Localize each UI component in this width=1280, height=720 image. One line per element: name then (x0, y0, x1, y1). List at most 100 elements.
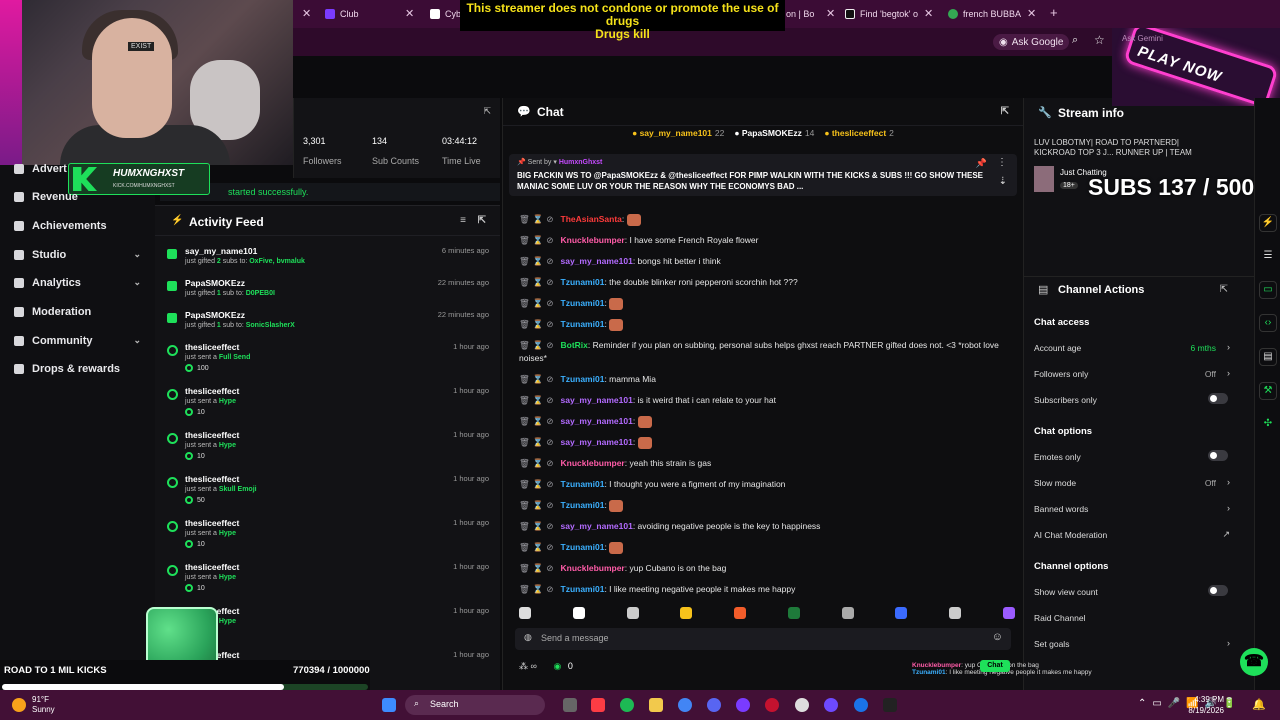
raid-channel-row[interactable]: Raid Channel (1034, 613, 1230, 623)
chat-username[interactable]: Tzunami01 (561, 298, 605, 308)
banned-words-row[interactable]: Banned words › (1034, 503, 1230, 514)
taskbar-search[interactable]: ⌕ Search (405, 695, 545, 715)
activity-username[interactable]: thesliceeffect (185, 518, 239, 528)
category-thumbnail[interactable] (1034, 166, 1054, 192)
close-tab-icon[interactable]: ✕ (302, 7, 311, 20)
chat-username[interactable]: Tzunami01 (561, 374, 605, 384)
mod-actions-icon[interactable]: 🗑⌛⊘ (519, 415, 557, 428)
slow-mode-row[interactable]: Slow mode Off › (1034, 477, 1230, 488)
popout-icon[interactable]: ⇱ (1001, 106, 1009, 117)
chat-username[interactable]: Tzunami01 (561, 542, 605, 552)
chat-username[interactable]: say_my_name101 (561, 395, 633, 405)
activity-username[interactable]: say_my_name101 (185, 246, 257, 256)
popout-icon[interactable]: ⇱ (478, 215, 486, 226)
chrome-icon[interactable] (678, 698, 692, 712)
emote-icon[interactable] (734, 607, 747, 619)
close-tab-icon[interactable]: ✕ (1027, 7, 1036, 20)
activity-username[interactable]: thesliceeffect (185, 386, 239, 396)
followers-only-row[interactable]: Followers only Off › (1034, 368, 1230, 379)
sidebar-item-studio[interactable]: Studio ⌄ (0, 244, 155, 266)
bolt-icon[interactable]: ⚡ (1259, 214, 1277, 232)
more-options-icon[interactable]: ⋮ (997, 157, 1007, 168)
bookmark-star-icon[interactable]: ☆ (1094, 33, 1105, 47)
weather-widget[interactable]: 91°F Sunny (12, 695, 55, 715)
spotify-icon[interactable] (620, 698, 634, 712)
activity-username[interactable]: thesliceeffect (185, 474, 239, 484)
close-tab-icon[interactable]: ✕ (405, 7, 414, 20)
sidebar-item-moderation[interactable]: Moderation (0, 301, 155, 323)
support-chat-button[interactable]: ☎ (1240, 648, 1268, 676)
emote-icon[interactable] (949, 607, 962, 619)
mod-actions-icon[interactable]: 🗑⌛⊘ (519, 373, 557, 386)
browser-tab[interactable]: french BUBBA - (948, 6, 1023, 22)
app-icon[interactable] (736, 698, 750, 712)
expand-icon[interactable]: ⇣ (999, 176, 1007, 187)
taskbar-clock[interactable]: 4:39 PM 8/19/2026 (1188, 694, 1224, 716)
mod-actions-icon[interactable]: 🗑⌛⊘ (519, 234, 557, 247)
new-tab-icon[interactable]: + (1050, 5, 1058, 20)
browser-tab[interactable]: Cyb (430, 6, 460, 22)
show-view-count-toggle[interactable] (1208, 585, 1228, 596)
emote-icon[interactable] (519, 607, 531, 619)
wrench-icon[interactable]: ⚒ (1259, 382, 1277, 400)
subscribers-only-toggle[interactable] (1208, 393, 1228, 404)
terminal-icon[interactable] (883, 698, 897, 712)
mod-actions-icon[interactable]: 🗑⌛⊘ (519, 562, 557, 575)
emote-icon[interactable] (841, 607, 854, 619)
chat-username[interactable]: Tzunami01 (561, 500, 605, 510)
account-age-row[interactable]: Account age 6 mths › (1034, 342, 1230, 353)
file-explorer-icon[interactable] (649, 698, 663, 712)
chat-username[interactable]: say_my_name101 (561, 416, 633, 426)
sidebar-item-revenue[interactable]: Revenue (0, 186, 155, 208)
emoji-icon[interactable]: ☺ (992, 631, 1003, 643)
windows-start-icon[interactable] (382, 698, 396, 712)
emote-icon[interactable] (1002, 607, 1015, 619)
mod-actions-icon[interactable]: 🗑⌛⊘ (519, 478, 557, 491)
mod-actions-icon[interactable]: 🗑⌛⊘ (519, 583, 557, 596)
activity-username[interactable]: thesliceeffect (185, 562, 239, 572)
close-tab-icon[interactable]: ✕ (924, 7, 933, 20)
ask-google-button[interactable]: ◉ Ask Google (993, 34, 1070, 50)
activity-username[interactable]: thesliceeffect (185, 342, 239, 352)
chrome-active-icon[interactable] (854, 698, 868, 712)
code-icon[interactable]: ‹› (1259, 314, 1277, 332)
sidebar-item-achievements[interactable]: Achievements (0, 215, 155, 237)
chat-send-button[interactable]: Chat (980, 660, 1010, 672)
app-icon-3[interactable] (824, 698, 838, 712)
mod-actions-icon[interactable]: 🗑⌛⊘ (519, 520, 557, 533)
server-icon[interactable]: ▤ (1259, 348, 1277, 366)
popout-icon[interactable]: ⇱ (483, 106, 491, 117)
sidebar-item-analytics[interactable]: Analytics ⌄ (0, 272, 155, 294)
filter-icon[interactable]: ≡ (460, 215, 466, 226)
link-icon[interactable]: ⁂ ∞ (519, 661, 537, 671)
zoom-icon[interactable]: ⌕ (1072, 34, 1078, 47)
ai-moderation-row[interactable]: AI Chat Moderation ↗ (1034, 529, 1230, 540)
music-app-icon[interactable] (591, 698, 605, 712)
chat-settings-icon[interactable]: ◍ (524, 632, 532, 643)
mod-actions-icon[interactable]: 🗑⌛⊘ (519, 297, 557, 310)
mod-actions-icon[interactable]: 🗑⌛⊘ (519, 213, 557, 226)
top-gifter[interactable]: ● say_my_name101 22 (632, 128, 724, 144)
mod-actions-icon[interactable]: 🗑⌛⊘ (519, 255, 557, 268)
sidebar-item-advert[interactable]: Advert (0, 158, 155, 180)
chat-input[interactable]: ◍ Send a message ☺ (515, 628, 1011, 650)
mod-actions-icon[interactable]: 🗑⌛⊘ (519, 339, 557, 352)
puzzle-icon[interactable]: ✣ (1259, 416, 1277, 434)
top-gifter[interactable]: ● thesliceeffect 2 (824, 128, 894, 144)
sidebar-item-community[interactable]: Community ⌄ (0, 330, 155, 352)
browser-tab[interactable]: Find 'begtok' o (845, 6, 920, 22)
emote-icon[interactable] (787, 607, 800, 619)
notification-bell-icon[interactable]: 🔔 (1252, 698, 1266, 711)
chat-username[interactable]: Knucklebumper (561, 235, 625, 245)
mod-actions-icon[interactable]: 🗑⌛⊘ (519, 436, 557, 449)
emotes-only-toggle[interactable] (1208, 450, 1228, 461)
chat-username[interactable]: Tzunami01 (561, 479, 605, 489)
mod-actions-icon[interactable]: 🗑⌛⊘ (519, 541, 557, 554)
mod-actions-icon[interactable]: 🗑⌛⊘ (519, 318, 557, 331)
app-icon-2[interactable] (765, 698, 779, 712)
sidebar-item-drops-rewards[interactable]: Drops & rewards (0, 358, 155, 380)
set-goals-row[interactable]: Set goals › (1034, 638, 1230, 649)
emote-icon[interactable] (626, 607, 639, 619)
chat-username[interactable]: Tzunami01 (561, 277, 605, 287)
chat-username[interactable]: say_my_name101 (561, 256, 633, 266)
